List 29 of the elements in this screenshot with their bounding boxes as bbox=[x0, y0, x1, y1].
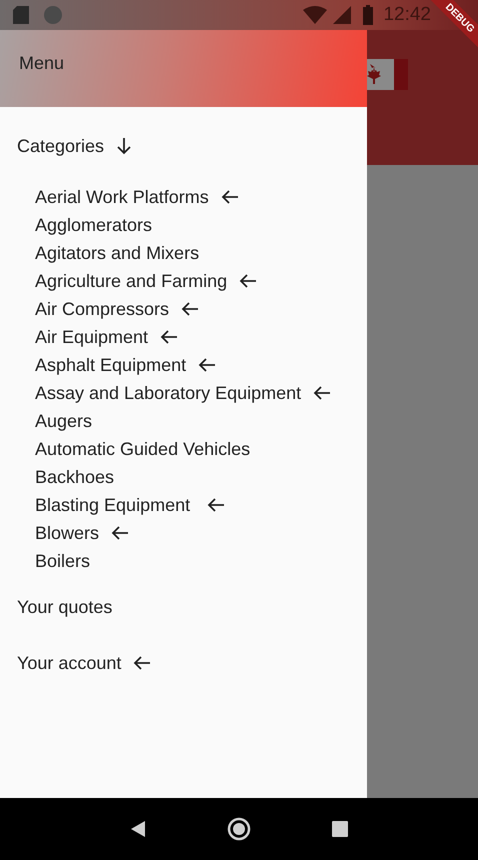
category-item[interactable]: Air Compressors bbox=[35, 296, 170, 322]
category-item[interactable]: Automatic Guided Vehicles bbox=[35, 436, 250, 462]
flag-icon bbox=[367, 59, 408, 90]
circle-icon bbox=[43, 5, 63, 25]
category-item[interactable]: Agglomerators bbox=[35, 212, 152, 238]
category-item[interactable]: Asphalt Equipment bbox=[35, 352, 186, 378]
category-item[interactable]: Backhoes bbox=[35, 464, 114, 490]
signal-icon bbox=[333, 6, 352, 24]
category-item[interactable]: Agriculture and Farming bbox=[35, 268, 228, 294]
back-icon[interactable] bbox=[130, 820, 146, 838]
category-item[interactable]: Agitators and Mixers bbox=[35, 240, 200, 266]
menu-link[interactable]: Your quotes bbox=[17, 594, 112, 620]
menu-link[interactable]: Your account bbox=[17, 650, 122, 676]
clock-time: 12:42 bbox=[383, 2, 431, 27]
category-item[interactable]: Aerial Work Platforms bbox=[35, 184, 209, 210]
category-item[interactable]: Blasting Equipment bbox=[35, 492, 196, 518]
category-item[interactable]: Assay and Laboratory Equipment bbox=[35, 380, 302, 406]
wifi-icon bbox=[303, 6, 328, 24]
categories-toggle[interactable]: Categories bbox=[17, 134, 367, 158]
drawer-title: Menu bbox=[19, 53, 64, 73]
category-item[interactable]: Blowers bbox=[35, 520, 100, 546]
category-item[interactable]: Boilers bbox=[35, 548, 90, 574]
down-arrow-icon bbox=[116, 137, 132, 155]
category-item[interactable]: Air Equipment bbox=[35, 324, 148, 350]
battery-icon bbox=[363, 5, 374, 25]
category-item[interactable]: Augers bbox=[35, 408, 92, 434]
sd-card-icon bbox=[13, 6, 29, 24]
recents-icon[interactable] bbox=[332, 821, 348, 837]
home-icon[interactable] bbox=[226, 817, 251, 841]
